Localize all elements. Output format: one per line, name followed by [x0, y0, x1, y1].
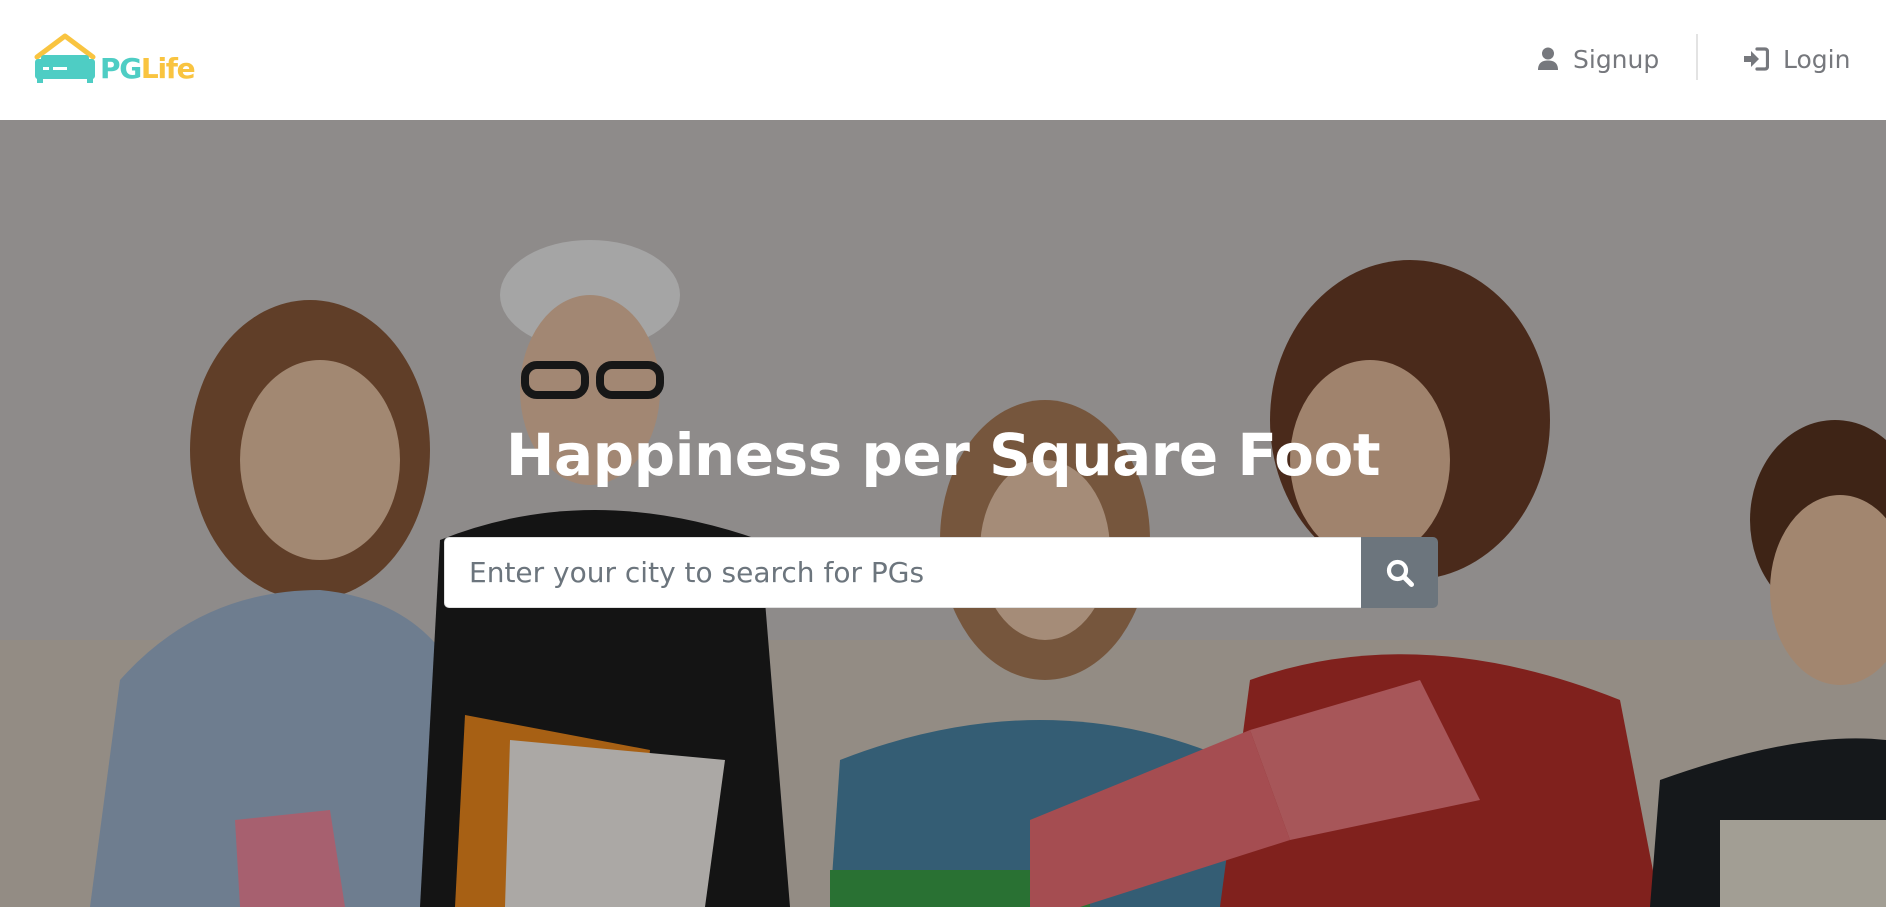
search-icon	[1386, 559, 1414, 587]
city-search-form	[444, 537, 1438, 608]
user-icon	[1538, 47, 1558, 70]
logo-wordmark: PGLife	[100, 52, 196, 86]
signup-link[interactable]: Signup	[1537, 42, 1659, 76]
house-logo-icon	[34, 33, 96, 83]
sign-in-icon	[1744, 47, 1769, 71]
site-header: PGLife Signup Login	[0, 0, 1886, 120]
nav-divider	[1696, 34, 1698, 80]
pglife-logo[interactable]: PGLife	[33, 33, 213, 89]
logo-text-pg: PG	[100, 52, 142, 85]
hero-section: Happiness per Square Foot	[0, 120, 1886, 907]
city-search-input[interactable]	[444, 537, 1361, 608]
login-label: Login	[1783, 44, 1851, 74]
hero-dark-overlay	[0, 120, 1886, 907]
hero-title: Happiness per Square Foot	[505, 421, 1381, 489]
login-link[interactable]: Login	[1743, 42, 1850, 76]
logo-text-life: Life	[140, 52, 196, 85]
search-button[interactable]	[1361, 537, 1438, 608]
signup-label: Signup	[1573, 44, 1660, 74]
